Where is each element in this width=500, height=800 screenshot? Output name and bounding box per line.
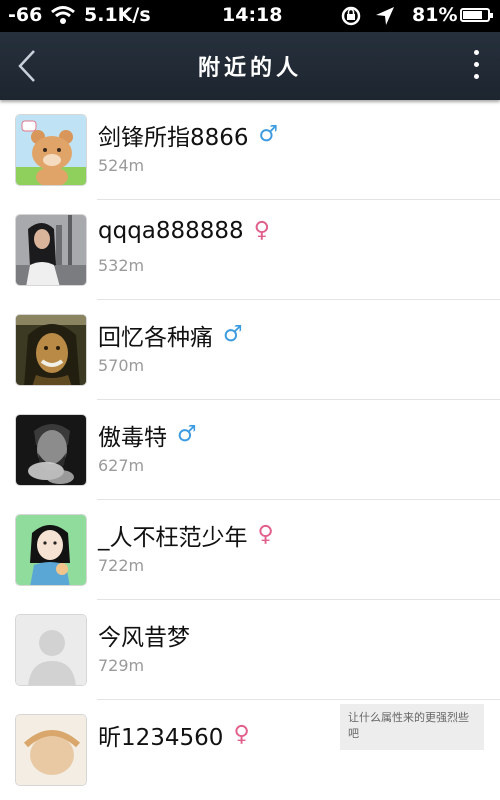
- distance: 570m: [98, 356, 145, 375]
- nav-bar: 附近的人: [0, 32, 500, 100]
- name-row: 今风昔梦: [98, 618, 190, 652]
- name-row: 剑锋所指8866 ♂: [98, 118, 278, 152]
- avatar: [15, 214, 87, 286]
- user-name: 傲毒特: [98, 425, 167, 451]
- nearby-people-list: 剑锋所指8866 ♂ 524m qqqa888888 ♀ 532m 回忆各种痛 …: [0, 100, 500, 800]
- distance: 722m: [98, 556, 145, 575]
- distance: 627m: [98, 456, 145, 475]
- avatar: [15, 414, 87, 486]
- user-name: 剑锋所指8866: [98, 125, 249, 151]
- signal-strength: -66: [8, 4, 43, 26]
- avatar: [15, 714, 87, 786]
- user-name: _人不枉范少年: [98, 525, 248, 551]
- name-row: qqqa888888 ♀: [98, 218, 270, 244]
- wifi-icon: [50, 5, 76, 30]
- more-button[interactable]: [468, 50, 484, 84]
- status-time: 14:18: [222, 4, 283, 26]
- list-item[interactable]: _人不枉范少年 ♀ 722m: [0, 500, 500, 600]
- user-name: qqqa888888: [98, 218, 244, 244]
- default-avatar-icon: [16, 615, 86, 685]
- name-row: 回忆各种痛 ♂: [98, 318, 243, 352]
- user-name: 回忆各种痛: [98, 325, 213, 351]
- avatar: [15, 114, 87, 186]
- battery-icon: [460, 8, 493, 22]
- watermark: 让什么属性来的更强烈些吧: [340, 704, 484, 750]
- distance: 532m: [98, 256, 145, 275]
- name-row: _人不枉范少年 ♀: [98, 518, 274, 552]
- user-name: 今风昔梦: [98, 625, 190, 651]
- list-item[interactable]: 回忆各种痛 ♂ 570m: [0, 300, 500, 400]
- battery-fill: [463, 11, 482, 19]
- male-icon: ♂: [177, 422, 197, 447]
- avatar: [15, 314, 87, 386]
- female-icon: ♀: [233, 722, 250, 747]
- more-vertical-icon: [468, 50, 484, 79]
- distance: 729m: [98, 656, 145, 675]
- location-icon: [374, 5, 396, 32]
- name-row: 昕1234560 ♀: [98, 718, 250, 752]
- avatar: [15, 514, 87, 586]
- female-icon: ♀: [253, 218, 270, 243]
- rotation-lock-icon: [338, 5, 364, 32]
- name-row: 傲毒特 ♂: [98, 418, 197, 452]
- list-item[interactable]: 傲毒特 ♂ 627m: [0, 400, 500, 500]
- network-speed: 5.1K/s: [84, 4, 151, 26]
- male-icon: ♂: [258, 122, 279, 147]
- distance: 524m: [98, 156, 145, 175]
- status-bar: -66 5.1K/s 14:18 81%: [0, 0, 500, 32]
- male-icon: ♂: [223, 322, 243, 347]
- female-icon: ♀: [257, 522, 274, 547]
- page-title: 附近的人: [197, 56, 302, 81]
- battery-percent: 81%: [412, 4, 458, 26]
- list-item[interactable]: qqqa888888 ♀ 532m: [0, 200, 500, 300]
- avatar: [15, 614, 87, 686]
- list-item[interactable]: 今风昔梦 729m: [0, 600, 500, 700]
- list-item[interactable]: 剑锋所指8866 ♂ 524m: [0, 100, 500, 200]
- user-name: 昕1234560: [98, 725, 224, 751]
